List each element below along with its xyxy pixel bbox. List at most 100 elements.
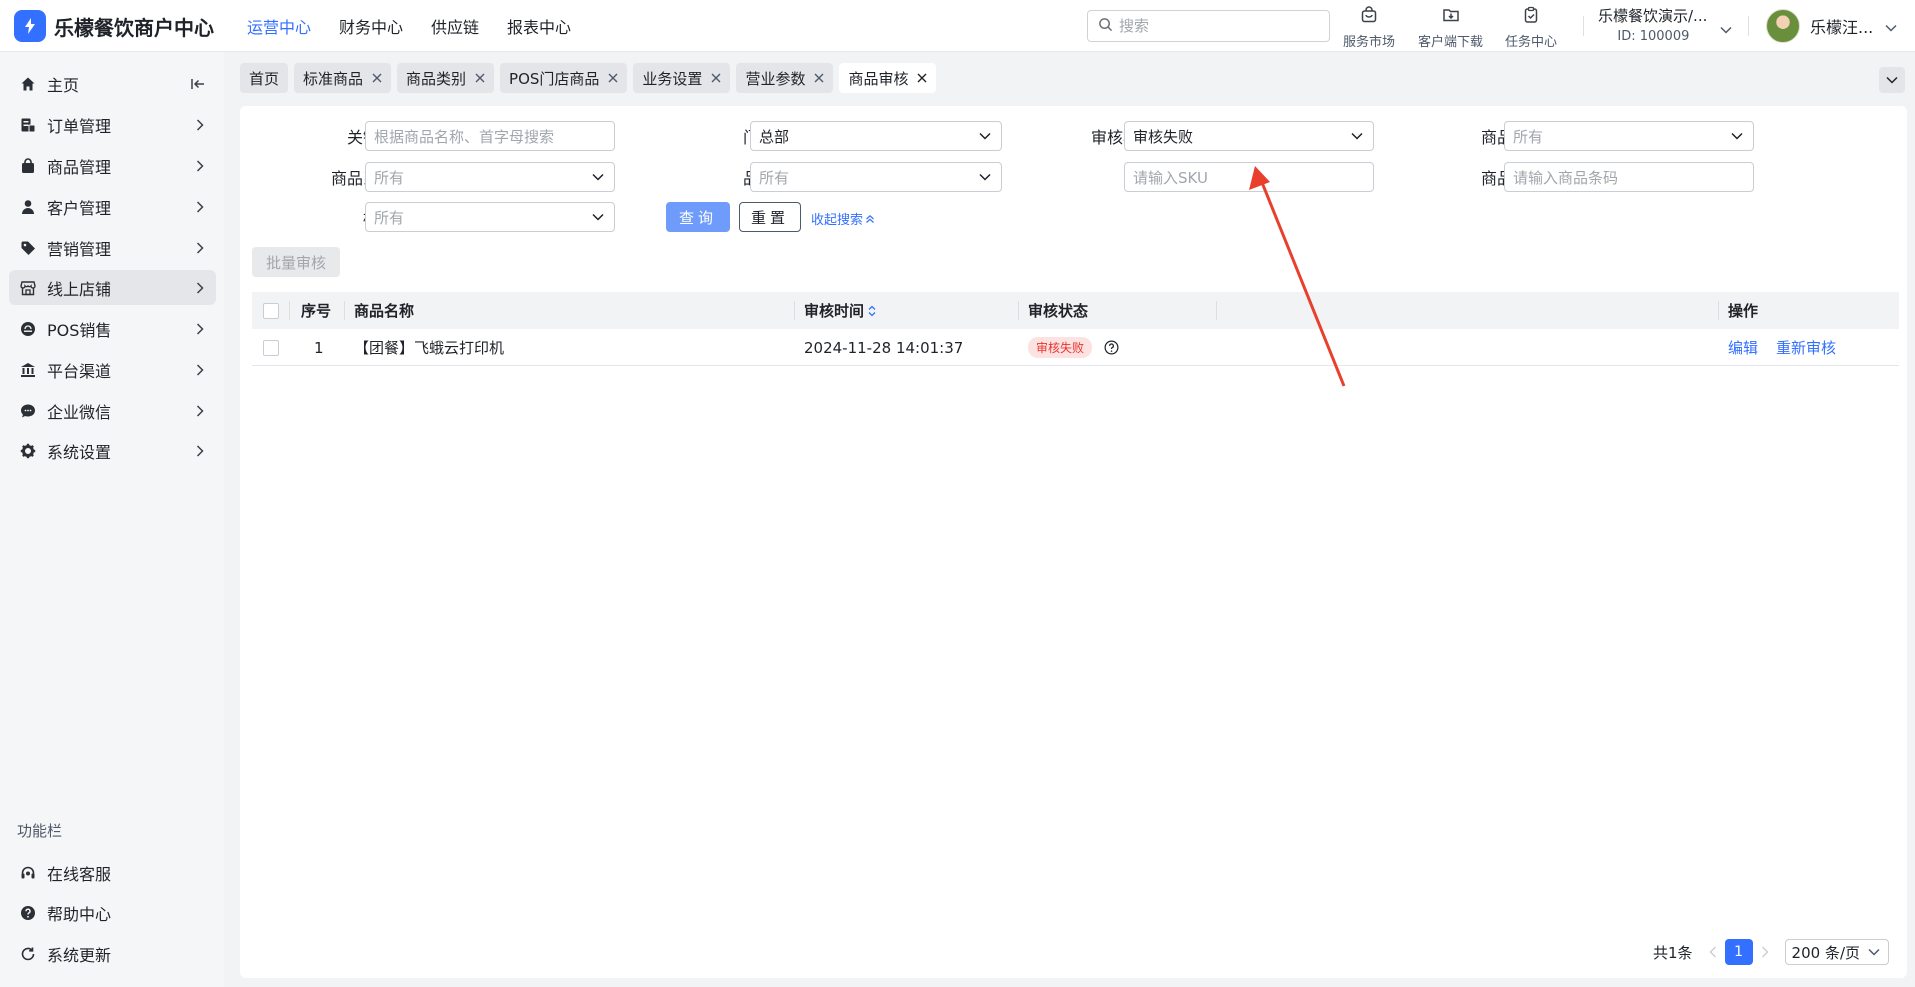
tool-client-download-label: 客户端下载 — [1418, 35, 1484, 50]
select-all-checkbox[interactable] — [263, 302, 279, 319]
sort-icon[interactable] — [867, 304, 877, 318]
chevron-left-icon[interactable] — [1703, 946, 1723, 958]
chevron-down-icon — [1868, 948, 1880, 956]
close-icon[interactable] — [475, 73, 485, 83]
org-switcher[interactable]: 乐檬餐饮演示/... ID: 100009 — [1598, 5, 1732, 44]
tab-business-settings[interactable]: 业务设置 — [633, 63, 731, 93]
tab-standard-goods[interactable]: 标准商品 — [294, 63, 392, 93]
tool-client-download[interactable]: 客户端下载 — [1418, 6, 1483, 50]
chat-icon — [21, 404, 35, 418]
close-icon[interactable] — [372, 73, 382, 83]
search-input[interactable] — [1119, 17, 1309, 35]
tool-task-center[interactable]: 任务中心 — [1505, 6, 1557, 50]
close-icon[interactable] — [917, 73, 927, 83]
page-button-current[interactable]: 1 — [1724, 939, 1753, 965]
tab-pos-store-goods[interactable]: POS门店商品 — [500, 63, 628, 93]
user-menu[interactable]: 乐檬汪... — [1766, 9, 1897, 43]
series-select[interactable]: 所有 — [365, 162, 615, 192]
sidebar-item-home[interactable]: 主页 — [9, 66, 216, 101]
query-button[interactable]: 查询 — [666, 202, 730, 232]
tab-goods-category[interactable]: 商品类别 — [397, 63, 495, 93]
sidebar-item-platform-channel[interactable]: 平台渠道 — [9, 352, 216, 387]
tab-home[interactable]: 首页 — [240, 63, 289, 93]
col-header-index: 序号 — [301, 302, 332, 320]
sidebar-item-online-service[interactable]: 在线客服 — [9, 855, 216, 890]
collapse-search-label: 收起搜索 — [811, 213, 864, 228]
global-search[interactable] — [1087, 10, 1330, 42]
category-select[interactable]: 所有 — [1504, 121, 1754, 151]
sidebar-item-online-store[interactable]: 线上店铺 — [9, 270, 216, 305]
status-select[interactable]: 审核失败 — [1124, 121, 1374, 151]
sku-input[interactable]: 请输入SKU — [1124, 162, 1374, 192]
sidebar-item-wecom[interactable]: 企业微信 — [9, 393, 216, 428]
sidebar-item-marketing[interactable]: 营销管理 — [9, 230, 216, 265]
help-circle-icon[interactable] — [1104, 340, 1119, 355]
topnav-finance[interactable]: 财务中心 — [339, 14, 403, 38]
tab-goods-review[interactable]: 商品审核 — [839, 63, 937, 93]
sidebar-item-help-center[interactable]: 帮助中心 — [9, 895, 216, 930]
chevron-right-icon — [196, 201, 204, 213]
func-bar-title: 功能栏 — [17, 822, 63, 840]
re-review-link[interactable]: 重新审核 — [1776, 337, 1836, 358]
barcode-input[interactable]: 请输入商品条码 — [1504, 162, 1754, 192]
topnav-supply-chain[interactable]: 供应链 — [431, 14, 479, 38]
chevron-right-icon — [196, 445, 204, 457]
column-divider — [344, 301, 345, 320]
collapse-search-link[interactable]: 收起搜索 — [811, 209, 875, 228]
close-icon[interactable] — [814, 73, 824, 83]
row-checkbox[interactable] — [263, 339, 279, 356]
sidebar-item-goods[interactable]: 商品管理 — [9, 148, 216, 183]
top-nav: 运营中心 财务中心 供应链 报表中心 — [247, 0, 599, 52]
reset-button[interactable]: 重置 — [739, 202, 801, 232]
app-title: 乐檬餐饮商户中心 — [54, 15, 214, 40]
question-icon — [21, 906, 35, 920]
tool-task-center-label: 任务中心 — [1505, 35, 1558, 50]
tag-select[interactable]: 所有 — [365, 202, 615, 232]
chevron-down-icon — [1886, 76, 1898, 84]
search-icon — [1098, 17, 1113, 36]
topnav-reports[interactable]: 报表中心 — [507, 14, 571, 38]
close-icon[interactable] — [711, 73, 721, 83]
sidebar-item-pos-sales[interactable]: POS销售 — [9, 311, 216, 346]
chevron-right-icon[interactable] — [1755, 946, 1775, 958]
app-logo[interactable]: 乐檬餐饮商户中心 — [14, 10, 214, 42]
keyword-input[interactable]: 根据商品名称、首字母搜索 — [365, 121, 615, 151]
tool-service-market[interactable]: 服务市场 — [1343, 6, 1395, 50]
edit-link[interactable]: 编辑 — [1728, 337, 1758, 358]
brand-select[interactable]: 所有 — [750, 162, 1002, 192]
sidebar-item-label: 商品管理 — [47, 157, 112, 177]
sidebar-item-system-update[interactable]: 系统更新 — [9, 936, 216, 971]
sidebar-item-label: 客户管理 — [47, 198, 112, 218]
sidebar-item-system-settings[interactable]: 系统设置 — [9, 433, 216, 468]
close-icon[interactable] — [608, 73, 618, 83]
batch-review-button[interactable]: 批量审核 — [252, 247, 340, 277]
col-header-time-label: 审核时间 — [804, 302, 865, 320]
col-header-time[interactable]: 审核时间 — [804, 292, 877, 329]
brand-placeholder: 所有 — [759, 168, 790, 187]
collapse-sidebar-icon[interactable] — [190, 76, 206, 92]
bank-icon — [21, 363, 35, 377]
sidebar-item-label: 平台渠道 — [47, 361, 112, 381]
status-badge: 审核失败 — [1028, 337, 1093, 358]
avatar — [1766, 9, 1800, 43]
col-header-actions: 操作 — [1728, 302, 1759, 320]
chevron-right-icon — [196, 160, 204, 172]
sidebar-item-orders[interactable]: 订单管理 — [9, 107, 216, 142]
sidebar-item-label: 系统设置 — [47, 442, 112, 462]
sidebar-item-customers[interactable]: 客户管理 — [9, 189, 216, 224]
chevron-right-icon — [196, 405, 204, 417]
sidebar-item-label: 营销管理 — [47, 239, 112, 259]
tabs-more-button[interactable] — [1879, 67, 1905, 93]
barcode-placeholder: 请输入商品条码 — [1513, 168, 1619, 187]
tab-business-params[interactable]: 营业参数 — [736, 63, 834, 93]
tag-icon — [21, 241, 35, 255]
order-icon — [21, 118, 36, 133]
column-divider — [1018, 301, 1019, 320]
store-select[interactable]: 总部 — [750, 121, 1002, 151]
topnav-operations[interactable]: 运营中心 — [247, 14, 311, 38]
select-all-cell — [263, 292, 279, 329]
home-icon — [21, 77, 35, 91]
chevron-right-icon — [196, 323, 204, 335]
column-divider — [1216, 301, 1217, 320]
page-size-select[interactable]: 200 条/页 — [1784, 939, 1889, 965]
